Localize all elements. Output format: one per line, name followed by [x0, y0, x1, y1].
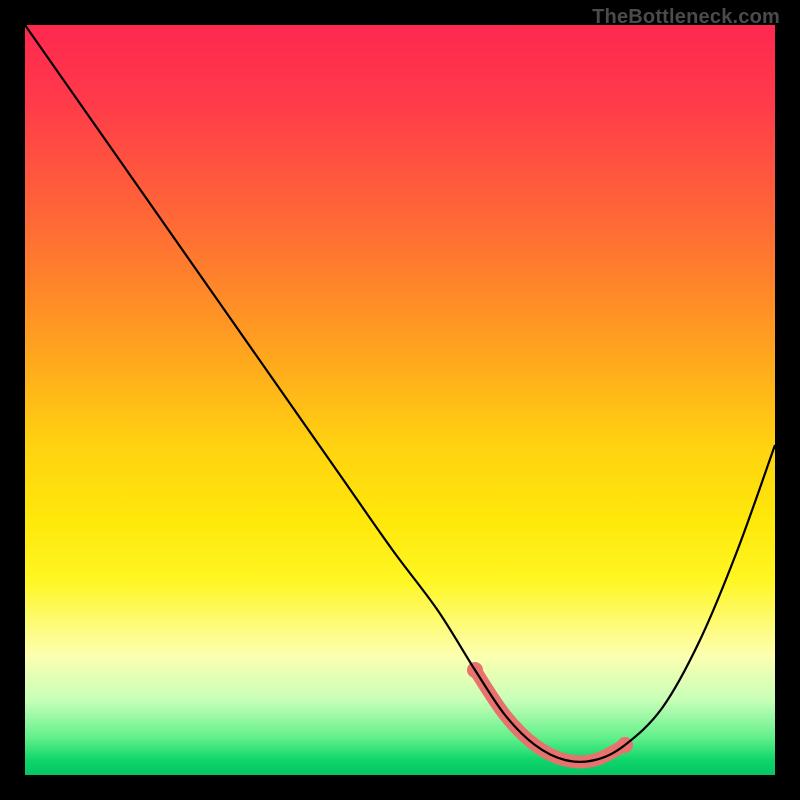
watermark-text: TheBottleneck.com — [592, 6, 780, 29]
chart-frame: TheBottleneck.com — [0, 0, 800, 800]
curve-layer — [25, 25, 775, 775]
bottleneck-curve-line — [25, 25, 775, 762]
plot-area — [25, 25, 775, 775]
optimal-zone-marker — [475, 670, 625, 762]
